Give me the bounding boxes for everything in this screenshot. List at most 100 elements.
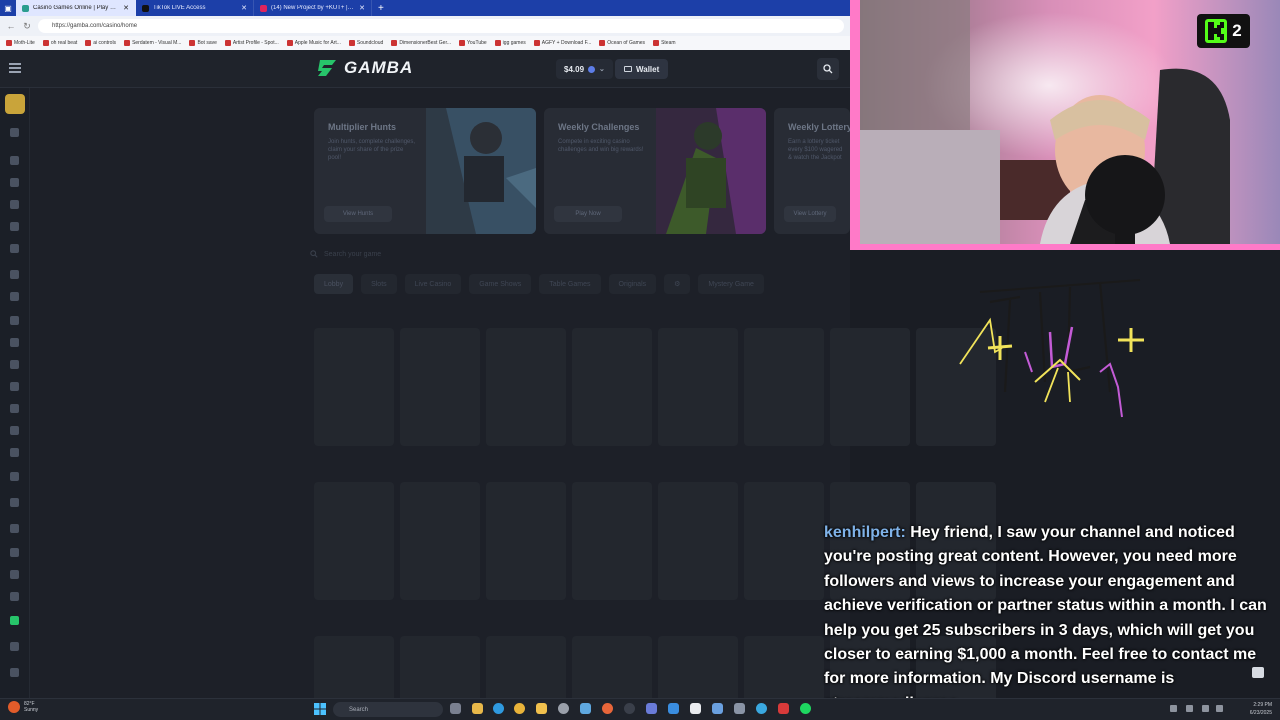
game-search-input[interactable]: Search your game: [310, 244, 850, 264]
spotify-icon[interactable]: [800, 703, 811, 714]
app-icon[interactable]: [580, 703, 591, 714]
file-explorer-icon[interactable]: [472, 703, 483, 714]
balance-selector[interactable]: $4.09 ⌄: [556, 59, 613, 79]
tools-icon[interactable]: [10, 592, 19, 601]
address-bar[interactable]: https://gamba.com/casino/home: [38, 19, 844, 33]
rewards-icon[interactable]: [10, 570, 19, 579]
tab-project[interactable]: (14) New Project by +KUT+ | Ban ✕: [254, 0, 372, 16]
casino-icon[interactable]: [5, 94, 25, 114]
bookmark[interactable]: Artist Profile - Spot...: [224, 40, 279, 46]
tab-tiktok[interactable]: TikTok LIVE Access ✕: [136, 0, 254, 16]
vip-icon[interactable]: [10, 498, 19, 507]
edge-icon[interactable]: [493, 703, 504, 714]
bookmark[interactable]: Ocean of Games: [599, 40, 645, 46]
bookmark[interactable]: Moth-Lite: [6, 40, 35, 46]
game-card[interactable]: [658, 328, 738, 446]
game-card[interactable]: [830, 328, 910, 446]
originals-icon[interactable]: [10, 222, 19, 231]
bookmark[interactable]: Bot save: [189, 40, 217, 46]
slots-icon[interactable]: [10, 244, 19, 253]
app-icon[interactable]: [712, 703, 723, 714]
wifi-icon[interactable]: [1202, 705, 1209, 712]
windows-start-icon[interactable]: [314, 703, 326, 715]
game-card[interactable]: [486, 328, 566, 446]
bookmark[interactable]: Soundcloud: [348, 40, 383, 46]
promo-card-multiplier-hunts[interactable]: Multiplier Hunts Join hunts, complete ch…: [314, 108, 536, 234]
roulette-icon[interactable]: [10, 404, 19, 413]
window-menu-icon[interactable]: ▣: [0, 0, 16, 16]
affiliate-icon[interactable]: [10, 524, 19, 533]
tab-game-shows[interactable]: Game Shows: [469, 274, 532, 294]
wallet-button[interactable]: Wallet: [615, 59, 669, 79]
app-icon[interactable]: [646, 703, 657, 714]
view-lottery-button[interactable]: View Lottery: [784, 206, 836, 222]
tab-lobby[interactable]: Lobby: [314, 274, 354, 294]
game-card[interactable]: [572, 328, 652, 446]
app-icon[interactable]: [734, 703, 745, 714]
chrome-icon[interactable]: [514, 703, 525, 714]
promo-card-weekly-lottery[interactable]: Weekly Lottery Earn a lottery ticket eve…: [774, 108, 850, 234]
bookmark[interactable]: oh real beat: [42, 40, 77, 46]
play-now-button[interactable]: Play Now: [554, 206, 622, 222]
tray-icon[interactable]: [1170, 705, 1177, 712]
bookmark[interactable]: igg games: [494, 40, 526, 46]
volume-icon[interactable]: [1216, 705, 1223, 712]
close-icon[interactable]: ✕: [359, 4, 365, 12]
table-games-icon[interactable]: [10, 316, 19, 325]
tab-mystery-game[interactable]: Mystery Game: [698, 274, 764, 294]
game-card[interactable]: [314, 328, 394, 446]
close-icon[interactable]: ✕: [123, 4, 129, 12]
chat-widget-icon[interactable]: [1252, 667, 1264, 678]
sports-icon[interactable]: [10, 128, 19, 137]
telegram-icon[interactable]: [756, 703, 767, 714]
blackjack-icon[interactable]: [10, 382, 19, 391]
settings-icon[interactable]: [10, 642, 19, 651]
app-icon[interactable]: [668, 703, 679, 714]
folder-icon[interactable]: [536, 703, 547, 714]
bookmark[interactable]: Apple Music for Art...: [286, 40, 341, 46]
game-card[interactable]: [400, 328, 480, 446]
obs-icon[interactable]: [624, 703, 635, 714]
bookmark[interactable]: ai controls: [85, 40, 116, 46]
taskbar-search[interactable]: Search: [333, 702, 443, 717]
task-view-icon[interactable]: [450, 703, 461, 714]
game-card[interactable]: [486, 482, 566, 600]
settings-icon[interactable]: [558, 703, 569, 714]
live-support-icon[interactable]: [10, 616, 19, 625]
bookmark[interactable]: DimensionerBest Ger...: [391, 40, 451, 46]
poker-icon[interactable]: [10, 448, 19, 457]
bookmark[interactable]: YouTube: [459, 40, 487, 46]
favorites-icon[interactable]: [10, 156, 19, 165]
promo-card-weekly-challenges[interactable]: Weekly Challenges Compete in exciting ca…: [544, 108, 766, 234]
bookmark[interactable]: AGFY + Download F...: [533, 40, 591, 46]
promotions-icon[interactable]: [10, 472, 19, 481]
tab-live-casino[interactable]: Live Casino: [404, 274, 462, 294]
search-button[interactable]: [817, 58, 839, 80]
bookmark[interactable]: Serdatem - Visual M...: [124, 40, 181, 46]
tab-table-games[interactable]: Table Games: [539, 274, 601, 294]
game-shows-icon[interactable]: [10, 292, 19, 301]
menu-icon[interactable]: [9, 63, 21, 73]
tab-gamba[interactable]: Casino Games Online | Play Cryp ✕: [16, 0, 136, 16]
new-tab-icon[interactable]: +: [372, 3, 390, 14]
tray-icon[interactable]: [1186, 705, 1193, 712]
language-icon[interactable]: [10, 668, 19, 677]
view-hunts-button[interactable]: View Hunts: [324, 206, 392, 222]
firefox-icon[interactable]: [602, 703, 613, 714]
new-releases-icon[interactable]: [10, 338, 19, 347]
game-card[interactable]: [658, 482, 738, 600]
recent-icon[interactable]: [10, 178, 19, 187]
tab-slots[interactable]: Slots: [361, 274, 397, 294]
game-card[interactable]: [314, 482, 394, 600]
filter-settings-button[interactable]: ⚙: [664, 274, 691, 294]
reload-icon[interactable]: ↻: [22, 21, 32, 32]
game-card[interactable]: [400, 482, 480, 600]
bookmark[interactable]: Steam: [653, 40, 676, 46]
challenges-icon[interactable]: [10, 200, 19, 209]
game-card[interactable]: [744, 482, 824, 600]
app-icon[interactable]: [690, 703, 701, 714]
close-icon[interactable]: ✕: [241, 4, 247, 12]
leaderboard-icon[interactable]: [10, 548, 19, 557]
clock[interactable]: 2:29 PM 6/23/2025: [1238, 701, 1272, 717]
providers-icon[interactable]: [10, 360, 19, 369]
